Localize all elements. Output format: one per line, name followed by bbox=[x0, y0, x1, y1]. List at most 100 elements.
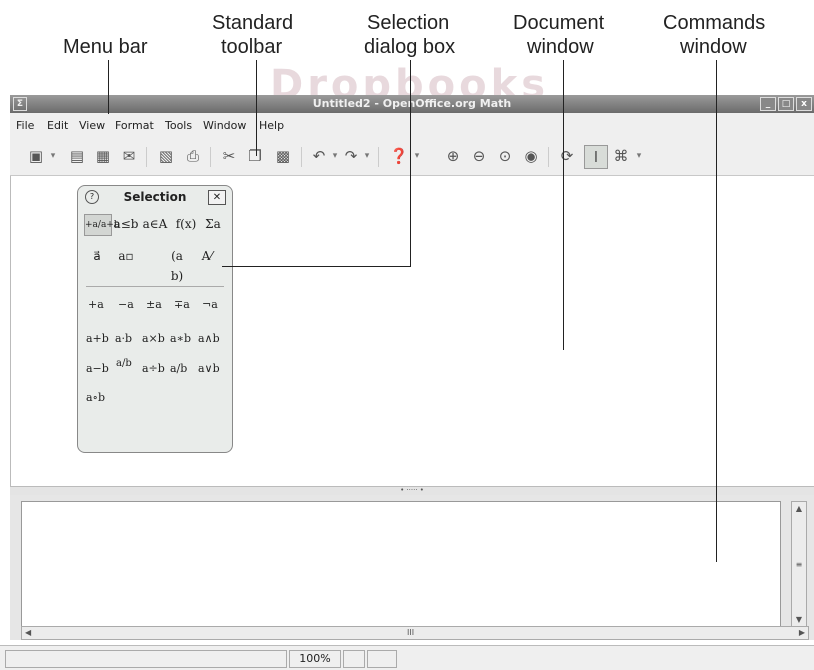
zoom-100-icon[interactable]: ⊙ bbox=[494, 145, 516, 167]
symbol-item[interactable]: a×b bbox=[142, 332, 165, 345]
category-relations[interactable]: a≤b bbox=[113, 214, 139, 234]
hscroll-grip: III bbox=[407, 628, 415, 637]
toolbar-overflow-icon[interactable]: ▾ bbox=[634, 145, 644, 167]
window-title: Untitled2 - OpenOffice.org Math bbox=[312, 97, 512, 110]
symbol-item[interactable]: a÷b bbox=[142, 362, 165, 375]
category-functions[interactable]: f(x) bbox=[171, 214, 201, 234]
callout-document-line2: window bbox=[527, 36, 594, 58]
scroll-down-icon[interactable]: ▼ bbox=[792, 615, 806, 624]
symbol-item[interactable]: a/b bbox=[116, 358, 132, 369]
symbol-item[interactable]: a+b bbox=[86, 332, 109, 345]
undo-icon[interactable]: ↶ bbox=[308, 145, 330, 167]
leader-line bbox=[108, 60, 109, 114]
toolbar-separator bbox=[146, 147, 147, 167]
toolbar-separator bbox=[301, 147, 302, 167]
new-dropdown-icon[interactable]: ▾ bbox=[48, 145, 58, 167]
symbol-item[interactable]: ¬a bbox=[202, 298, 218, 311]
callout-standard-line2: toolbar bbox=[221, 36, 283, 58]
category-others[interactable]: a▫ bbox=[113, 246, 139, 266]
callout-document-line1: Document bbox=[513, 12, 605, 34]
symbol-item[interactable]: a·b bbox=[115, 332, 132, 345]
dialog-divider bbox=[86, 286, 224, 287]
menu-help[interactable]: Help bbox=[259, 119, 284, 132]
symbol-item[interactable]: a∧b bbox=[198, 332, 220, 345]
menu-format[interactable]: Format bbox=[115, 119, 154, 132]
show-all-icon[interactable]: ◉ bbox=[520, 145, 542, 167]
symbol-item[interactable]: a∗b bbox=[170, 332, 191, 345]
callout-commands-line2: window bbox=[680, 36, 747, 58]
toolbar-separator bbox=[548, 147, 549, 167]
close-window-button[interactable]: x bbox=[796, 97, 812, 111]
commands-window: ▲ ≡ ▼ ◀ III ▶ bbox=[10, 495, 814, 640]
redo-icon[interactable]: ↷ bbox=[340, 145, 362, 167]
symbol-item[interactable]: −a bbox=[118, 298, 134, 311]
leader-line bbox=[222, 266, 411, 267]
zoom-in-icon[interactable]: ⊕ bbox=[442, 145, 464, 167]
category-unary-binary[interactable]: +a/a+b bbox=[84, 214, 120, 236]
zoom-level[interactable]: 100% bbox=[289, 650, 341, 668]
standard-toolbar: ▣ ▾ ▤ ▦ ✉ ▧ ⎙ ✂ ❐ ▩ ↶ ▾ ↷ ▾ ❓ ▾ ⊕ ⊖ ⊙ ◉ … bbox=[10, 137, 814, 176]
category-attributes[interactable]: a⃗ bbox=[84, 246, 110, 266]
close-dialog-button[interactable]: ✕ bbox=[208, 190, 226, 205]
open-icon[interactable]: ▤ bbox=[66, 145, 88, 167]
cut-icon[interactable]: ✂ bbox=[218, 145, 240, 167]
maximize-button[interactable]: □ bbox=[778, 97, 794, 111]
leader-line bbox=[716, 60, 717, 562]
undo-dropdown-icon[interactable]: ▾ bbox=[330, 145, 340, 167]
vertical-scrollbar[interactable]: ▲ ≡ ▼ bbox=[791, 501, 807, 627]
scroll-left-icon[interactable]: ◀ bbox=[25, 628, 31, 637]
symbol-item[interactable]: ∓a bbox=[174, 298, 190, 311]
email-icon[interactable]: ✉ bbox=[118, 145, 140, 167]
callout-commands-line1: Commands bbox=[663, 12, 766, 34]
copy-icon[interactable]: ❐ bbox=[244, 145, 266, 167]
commands-input[interactable] bbox=[21, 501, 781, 627]
horizontal-scrollbar[interactable]: ◀ III ▶ bbox=[21, 626, 809, 640]
save-icon[interactable]: ▦ bbox=[92, 145, 114, 167]
zoom-out-icon[interactable]: ⊖ bbox=[468, 145, 490, 167]
callout-selection-line2: dialog box bbox=[364, 36, 456, 58]
callout-standard-line1: Standard bbox=[212, 12, 294, 34]
selection-dialog: ? Selection ✕ +a/a+b a≤b a∈A f(x) Σa a⃗ … bbox=[77, 185, 233, 453]
toolbar-separator bbox=[210, 147, 211, 167]
pdf-icon[interactable]: ▧ bbox=[155, 145, 177, 167]
menu-file[interactable]: File bbox=[16, 119, 34, 132]
menu-edit[interactable]: Edit bbox=[47, 119, 68, 132]
symbol-item[interactable]: a/b bbox=[170, 362, 187, 375]
symbol-item[interactable]: a−b bbox=[86, 362, 109, 375]
new-icon[interactable]: ▣ bbox=[25, 145, 47, 167]
minimize-button[interactable]: _ bbox=[760, 97, 776, 111]
menu-window[interactable]: Window bbox=[203, 119, 246, 132]
toolbar-separator bbox=[378, 147, 379, 167]
status-field bbox=[343, 650, 365, 668]
menu-view[interactable]: View bbox=[79, 119, 105, 132]
redo-dropdown-icon[interactable]: ▾ bbox=[362, 145, 372, 167]
callout-menu-bar: Menu bar bbox=[63, 36, 148, 58]
toolbar-overflow-icon[interactable]: ▾ bbox=[412, 145, 422, 167]
scroll-right-icon[interactable]: ▶ bbox=[799, 628, 805, 637]
menu-tools[interactable]: Tools bbox=[165, 119, 192, 132]
status-bar: 100% bbox=[0, 645, 814, 670]
status-field bbox=[5, 650, 287, 668]
symbols-icon[interactable]: ⌘ bbox=[610, 145, 632, 167]
symbol-item[interactable]: ±a bbox=[146, 298, 162, 311]
symbol-item[interactable]: +a bbox=[88, 298, 104, 311]
category-operators[interactable]: Σa bbox=[200, 214, 226, 234]
symbol-item[interactable]: a∘b bbox=[86, 391, 105, 404]
print-icon[interactable]: ⎙ bbox=[182, 145, 204, 167]
update-icon[interactable]: ⟳ bbox=[556, 145, 578, 167]
formula-cursor-icon[interactable]: I bbox=[584, 145, 608, 169]
category-set-operations[interactable]: a∈A bbox=[142, 214, 168, 234]
paste-icon[interactable]: ▩ bbox=[272, 145, 294, 167]
title-bar[interactable]: Σ Untitled2 - OpenOffice.org Math _ □ x bbox=[10, 95, 814, 113]
help-icon[interactable]: ❓ bbox=[388, 145, 410, 167]
scroll-up-icon[interactable]: ▲ bbox=[792, 504, 806, 513]
leader-line bbox=[410, 60, 411, 267]
symbol-item[interactable]: a∨b bbox=[198, 362, 220, 375]
scroll-grip-icon: ≡ bbox=[795, 560, 803, 569]
category-brackets[interactable]: (a b) bbox=[165, 246, 189, 283]
status-field bbox=[367, 650, 397, 668]
category-formats[interactable]: A⁄ bbox=[194, 246, 220, 266]
menu-bar: File Edit View Format Tools Window Help bbox=[10, 113, 814, 137]
leader-line bbox=[256, 60, 257, 156]
callout-selection-line1: Selection bbox=[367, 12, 450, 34]
